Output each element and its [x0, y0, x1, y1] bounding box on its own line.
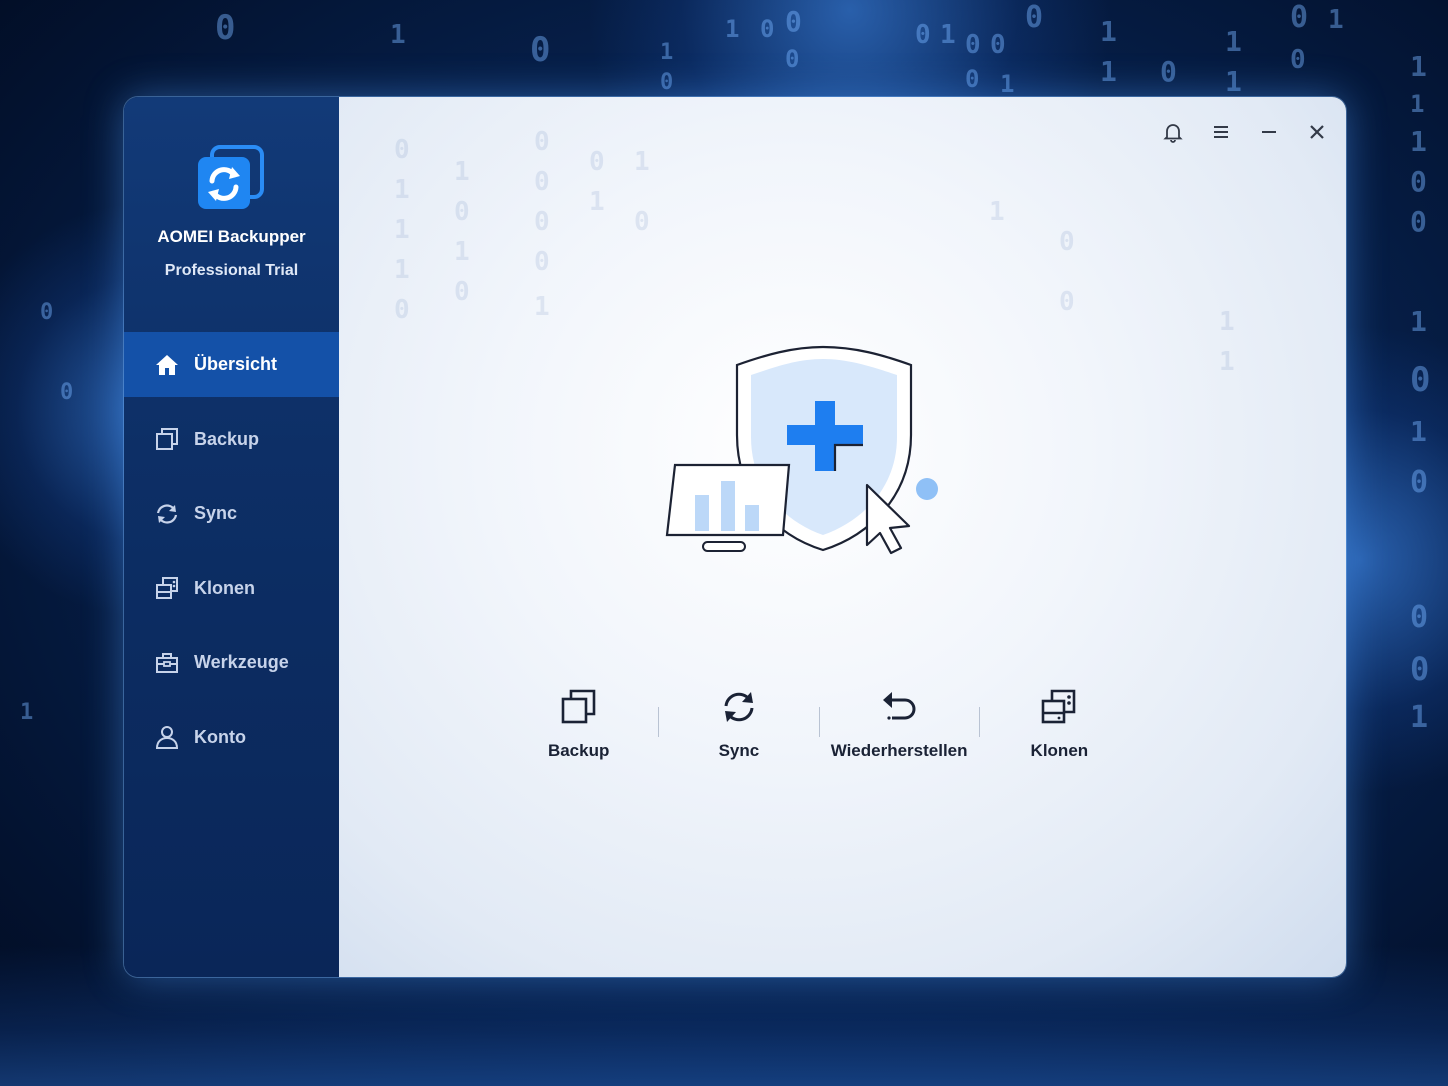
- action-label: Wiederherstellen: [830, 741, 968, 760]
- sidebar: AOMEI Backupper Professional Trial Übers…: [124, 97, 339, 977]
- backup-icon: [154, 426, 180, 452]
- sidebar-item-label: Backup: [194, 428, 260, 449]
- close-button[interactable]: [1304, 119, 1330, 145]
- action-label: Backup: [547, 741, 610, 760]
- sidebar-item-uebersicht[interactable]: Übersicht: [124, 332, 339, 397]
- bell-icon: [1163, 124, 1183, 143]
- action-backup-button[interactable]: Backup: [499, 687, 658, 761]
- app-logo-icon: [196, 143, 266, 213]
- sidebar-item-backup[interactable]: Backup: [124, 407, 339, 472]
- notifications-button[interactable]: [1160, 119, 1186, 145]
- sidebar-nav: Übersicht Backup Sync Klonen Werkzeuge K…: [124, 332, 339, 779]
- minimize-button[interactable]: [1256, 119, 1282, 145]
- sidebar-item-klonen[interactable]: Klonen: [124, 556, 339, 621]
- restore-icon: [879, 687, 919, 727]
- app-name: AOMEI Backupper: [157, 227, 306, 246]
- action-clone-button[interactable]: Klonen: [980, 687, 1139, 761]
- sidebar-item-label: Werkzeuge: [194, 652, 289, 672]
- sidebar-item-label: Klonen: [194, 577, 255, 598]
- hero-illustration: [665, 345, 955, 565]
- action-restore-button[interactable]: Wiederherstellen: [819, 687, 978, 761]
- sync-icon: [154, 501, 180, 527]
- sidebar-item-konto[interactable]: Konto: [124, 705, 339, 770]
- close-icon: [1310, 125, 1324, 139]
- sidebar-item-werkzeuge[interactable]: Werkzeuge: [124, 630, 339, 695]
- sync-icon: [719, 687, 759, 727]
- window-controls: [1160, 119, 1330, 145]
- action-label: Sync: [718, 741, 760, 760]
- menu-icon: [1214, 126, 1228, 138]
- user-icon: [154, 724, 180, 750]
- action-sync-button[interactable]: Sync: [659, 687, 818, 761]
- sidebar-item-label: Konto: [194, 726, 246, 747]
- menu-button[interactable]: [1208, 119, 1234, 145]
- quick-actions: Backup Sync Wiederherstellen Klonen: [499, 687, 1139, 761]
- toolbox-icon: [154, 650, 180, 676]
- home-icon: [154, 352, 180, 378]
- sidebar-item-label: Übersicht: [194, 354, 278, 374]
- sidebar-item-label: Sync: [194, 503, 238, 523]
- sidebar-item-sync[interactable]: Sync: [124, 481, 339, 546]
- minimize-icon: [1262, 131, 1276, 133]
- app-edition: Professional Trial: [164, 262, 299, 279]
- clone-icon: [154, 575, 180, 601]
- backup-icon: [559, 687, 599, 727]
- app-window: AOMEI Backupper Professional Trial Übers…: [124, 97, 1346, 977]
- clone-icon: [1039, 687, 1079, 727]
- action-label: Klonen: [1030, 741, 1089, 760]
- main-panel: 0 1 1 1 0 1 0 1 0 0 0 0 0 1 0 1 1 0 0 0 …: [339, 97, 1346, 977]
